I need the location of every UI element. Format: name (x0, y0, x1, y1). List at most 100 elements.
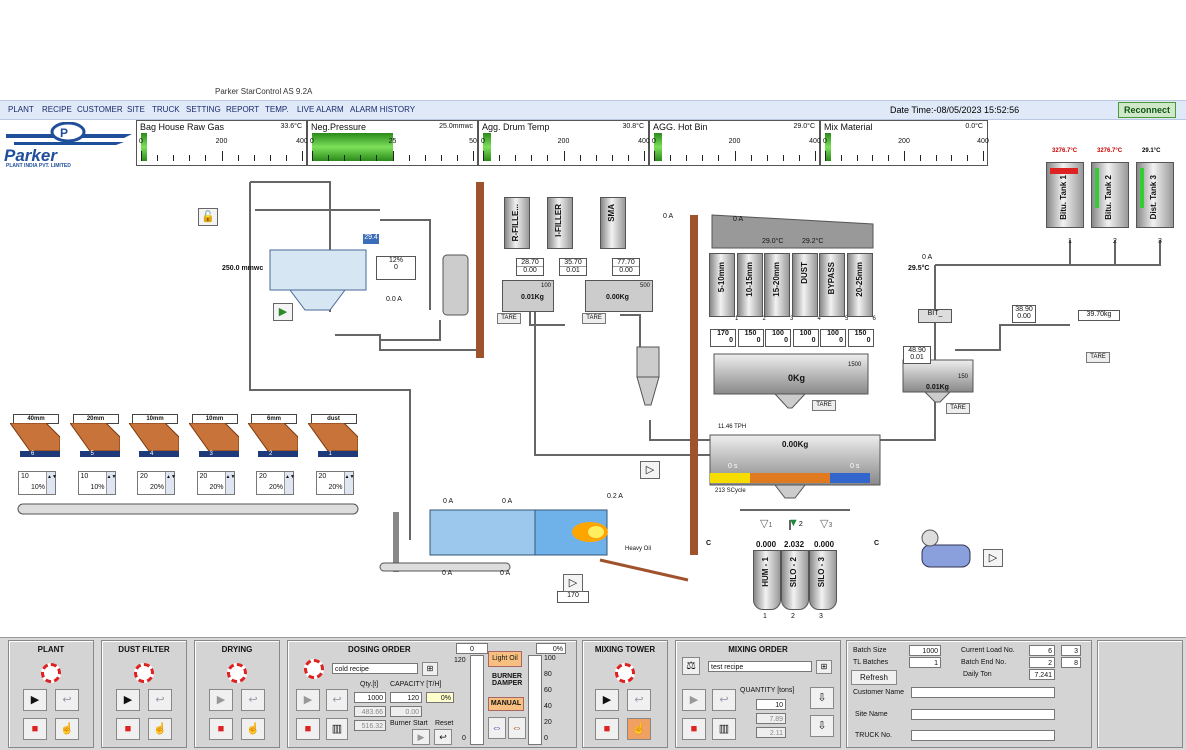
bitumen-weigh-tare[interactable]: TARE (946, 403, 970, 414)
mixing-tower-hand-button[interactable]: ☝ (627, 718, 651, 740)
compressor-play-icon[interactable]: ▷ (983, 549, 1003, 567)
cold-bin-3-spinner-icon[interactable]: ▲▼ (165, 472, 176, 494)
menu-setting[interactable]: SETTING (186, 105, 221, 114)
batch-end-label: Batch End No. (961, 659, 1007, 666)
plant-hand-button[interactable]: ☝ (55, 718, 79, 740)
menu-truck[interactable]: TRUCK (152, 105, 180, 114)
mixing-bars-icon[interactable]: ▥ (712, 718, 736, 740)
reconnect-button[interactable]: Reconnect (1118, 102, 1176, 118)
cold-bin-2-setpoint[interactable]: 10 10% ▲▼ (77, 471, 116, 495)
mixing-tower-start-button[interactable]: ▶ (595, 689, 619, 711)
dust-filter-hand-button[interactable]: ☝ (148, 718, 172, 740)
mixing-start-button[interactable]: ▶ (682, 689, 706, 711)
dosing-recipe-edit-icon[interactable]: ⊞ (422, 662, 438, 676)
date-time: Date Time:-08/05/2023 15:52:56 (890, 105, 1020, 115)
filler-weigher-2-tare[interactable]: TARE (582, 313, 606, 324)
filler-weigher-1-tare[interactable]: TARE (497, 313, 521, 324)
cold-bin-5: 6mm 2 (248, 414, 298, 460)
cold-bin-4-setpoint[interactable]: 20 20% ▲▼ (196, 471, 235, 495)
dosing-reset-button[interactable]: ↩ (326, 689, 348, 711)
lock-icon[interactable]: 🔓 (198, 208, 218, 226)
plant-start-button[interactable]: ▶ (23, 689, 47, 711)
drying-reset-button[interactable]: ↩ (241, 689, 265, 711)
dosing-gauge-top: 0 (456, 643, 488, 654)
hot-bin-amp: 0 A (733, 216, 744, 223)
bitumen-meter-tare[interactable]: TARE (1086, 352, 1110, 363)
drum-play-icon[interactable]: ▷ (563, 574, 583, 592)
mixing-recipe-edit-icon[interactable]: ⊞ (816, 660, 832, 674)
menu-recipe[interactable]: RECIPE (42, 105, 72, 114)
play-icon[interactable]: ▶ (273, 303, 293, 321)
mixing-qty-input[interactable]: 10 (756, 699, 786, 710)
plant-reset-button[interactable]: ↩ (55, 689, 79, 711)
mixing-down-arrow-2-icon[interactable]: ⇩ (810, 715, 834, 737)
batch-size-input[interactable]: 1000 (909, 645, 941, 656)
menu-plant[interactable]: PLANT (8, 105, 34, 114)
menu-customer[interactable]: CUSTOMER (77, 105, 123, 114)
drum-speed: 170 (557, 591, 589, 603)
dosing-qty-input[interactable]: 1000 (354, 692, 386, 703)
dust-filter-stop-button[interactable]: ■ (116, 718, 140, 740)
cold-bin-5-setpoint-pct: 20% (268, 484, 283, 491)
filler-2-value-1: 35.70 (560, 259, 586, 267)
mixing-tower-stop-button[interactable]: ■ (595, 718, 619, 740)
cold-bin-2-spinner-icon[interactable]: ▲▼ (105, 472, 116, 494)
mixing-stop-button[interactable]: ■ (682, 718, 706, 740)
dosing-capacity-input[interactable]: 120 (390, 692, 422, 703)
site-name-select[interactable] (911, 709, 1055, 720)
drying-stop-button[interactable]: ■ (209, 718, 233, 740)
menu-site[interactable]: SITE (127, 105, 145, 114)
truck-no-select[interactable] (911, 730, 1055, 741)
drying-hand-button[interactable]: ☝ (241, 718, 265, 740)
mixing-order-icon[interactable]: ⚖ (682, 657, 700, 675)
dust-filter-start-button[interactable]: ▶ (116, 689, 140, 711)
mixing-recipe-select[interactable]: test recipe (708, 661, 812, 672)
customer-name-select[interactable] (911, 687, 1055, 698)
agg-weigh-tare[interactable]: TARE (812, 400, 836, 411)
burner-reset-button[interactable]: ↩ (434, 729, 452, 745)
dosing-cycle-icon[interactable] (304, 659, 324, 679)
dosing-bars-icon[interactable]: ▥ (326, 718, 348, 740)
discharge-valve-1-icon[interactable]: ▽1 (760, 517, 772, 530)
cold-bin-4-spinner-icon[interactable]: ▲▼ (224, 472, 235, 494)
mixing-tower-cycle-icon[interactable] (615, 663, 635, 683)
dosing-stop-button[interactable]: ■ (296, 718, 320, 740)
mixing-reset-button[interactable]: ↩ (712, 689, 736, 711)
plant-stop-button[interactable]: ■ (23, 718, 47, 740)
dosing-start-button[interactable]: ▶ (296, 689, 320, 711)
cold-bin-3-setpoint[interactable]: 20 20% ▲▼ (137, 471, 176, 495)
mixer-play-icon[interactable]: ▷ (640, 461, 660, 479)
damper-open-button[interactable]: ⇔ (488, 717, 506, 739)
mixing-tower-reset-button[interactable]: ↩ (627, 689, 651, 711)
plant-cycle-icon[interactable] (41, 663, 61, 683)
light-oil-button[interactable]: Light Oil (488, 651, 522, 667)
dust-filter-cycle-icon[interactable] (134, 663, 154, 683)
cold-bin-2: 20mm 5 (69, 414, 120, 460)
cold-bin-6-setpoint[interactable]: 20 20% ▲▼ (315, 471, 354, 495)
batch-end-2: 8 (1061, 657, 1081, 668)
cold-bin-1-spinner-icon[interactable]: ▲▼ (46, 472, 57, 494)
refresh-button[interactable]: Refresh (851, 670, 897, 685)
cold-bin-5-setpoint[interactable]: 20 20% ▲▼ (256, 471, 295, 495)
dosing-recipe-select[interactable]: cold recipe (332, 663, 418, 674)
dust-filter-reset-button[interactable]: ↩ (148, 689, 172, 711)
discharge-valve-2-icon[interactable]: ▼2 (788, 517, 803, 529)
cold-bin-1-setpoint[interactable]: 10 10% ▲▼ (18, 471, 57, 495)
mixing-down-arrow-icon[interactable]: ⇩ (810, 687, 834, 709)
filler-1-value-1: 28.70 (517, 259, 543, 267)
filter-damper-setting[interactable]: 12% 0 (376, 256, 416, 280)
damper-close-button[interactable]: ⇔ (508, 717, 526, 739)
menu-live-alarm[interactable]: LIVE ALARM (297, 105, 344, 114)
drying-cycle-icon[interactable] (227, 663, 247, 683)
tl-batches-input[interactable]: 1 (909, 657, 941, 668)
drying-start-button[interactable]: ▶ (209, 689, 233, 711)
menu-temp[interactable]: TEMP. (265, 105, 288, 114)
cold-bin-5-spinner-icon[interactable]: ▲▼ (284, 472, 295, 494)
cold-bin-6-spinner-icon[interactable]: ▲▼ (343, 472, 354, 494)
discharge-valve-3-icon[interactable]: ▽3 (820, 517, 832, 530)
burner-start-button[interactable]: ▶ (412, 729, 430, 745)
menu-report[interactable]: REPORT (226, 105, 259, 114)
bitumen-tank-1-name: Bitu. Tank 1 (1059, 175, 1068, 220)
menu-alarm-history[interactable]: ALARM HISTORY (350, 105, 415, 114)
manual-button[interactable]: MANUAL (488, 697, 524, 711)
